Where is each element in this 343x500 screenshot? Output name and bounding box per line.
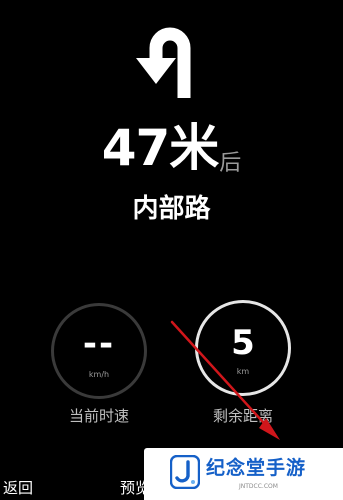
road-name: 内部路 — [132, 194, 211, 224]
speed-label: 当前时速 — [68, 407, 129, 425]
distance-suffix: 后 — [219, 151, 242, 176]
remaining-distance-unit: km — [236, 367, 250, 376]
speed-gauge: -- km/h — [51, 303, 147, 399]
preview-button[interactable]: 预览 — [120, 478, 144, 498]
u-turn-icon — [136, 27, 191, 98]
remaining-distance-label: 剩余距离 — [212, 407, 273, 425]
speed-unit: km/h — [88, 370, 110, 379]
back-button[interactable]: 返回 — [3, 478, 33, 498]
watermark-domain: JNTDCC.COM — [239, 483, 278, 490]
watermark-brand: 纪念堂手游 — [206, 457, 307, 479]
speed-value: -- — [82, 324, 116, 364]
distance-value: 47米 — [101, 119, 220, 177]
maneuver-distance: 47米后 — [0, 118, 343, 178]
brand-logo-icon — [170, 455, 200, 489]
watermark: 纪念堂手游 JNTDCC.COM — [144, 448, 343, 500]
remaining-distance-gauge: 5 km — [195, 300, 291, 396]
remaining-distance-value: 5 — [231, 323, 255, 363]
